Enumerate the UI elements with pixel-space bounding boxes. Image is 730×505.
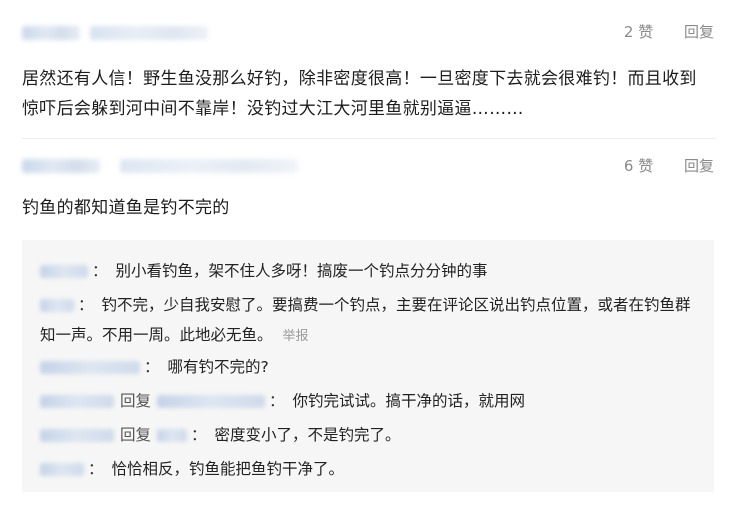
reply-text: 别小看钓鱼，架不住人多呀！搞废一个钓点分分钟的事 <box>115 262 488 280</box>
comment-meta: 2 赞 回复 <box>0 12 730 52</box>
reply-item: ：别小看钓鱼，架不住人多呀！搞废一个钓点分分钟的事 <box>40 256 700 286</box>
reply-word: 回复 <box>120 392 152 410</box>
reply-text: 密度变小了，不是钓完了。 <box>214 426 401 444</box>
reply-username[interactable] <box>40 429 114 442</box>
reply-target-username[interactable] <box>157 395 266 408</box>
reply-button[interactable]: 回复 <box>684 155 714 176</box>
comment-actions: 6 赞 回复 <box>624 155 714 176</box>
comment-thread: 2 赞 回复 居然还有人信！野生鱼没那么好钓，除非密度很高！一旦密度下去就会很难… <box>0 0 730 505</box>
avatar[interactable] <box>22 26 80 40</box>
comment-text: 居然还有人信！野生鱼没那么好钓，除非密度很高！一旦密度下去就会很难钓！而且收到惊… <box>22 69 697 119</box>
divider <box>22 138 716 139</box>
reply-item: 回复：密度变小了，不是钓完了。 <box>40 420 700 450</box>
reply-username[interactable] <box>40 299 74 312</box>
avatar[interactable] <box>22 159 100 173</box>
reply-item: ：钓不完，少自我安慰了。要搞费一个钓点，主要在评论区说出钓点位置，或者在钓鱼群知… <box>40 296 691 344</box>
like-button[interactable]: 2 赞 <box>624 21 653 42</box>
username[interactable] <box>120 159 298 173</box>
reply-username[interactable] <box>40 265 88 278</box>
report-link[interactable]: 举报 <box>283 329 309 344</box>
reply-username[interactable] <box>40 395 114 408</box>
like-button[interactable]: 6 赞 <box>624 155 653 176</box>
reply-list: ：别小看钓鱼，架不住人多呀！搞废一个钓点分分钟的事 ：钓不完，少自我安慰了。要搞… <box>22 240 714 492</box>
reply-item: ：哪有钓不完的? <box>40 352 700 382</box>
username[interactable] <box>90 26 208 40</box>
reply-text: 哪有钓不完的? <box>167 358 269 376</box>
reply-text: 钓不完，少自我安慰了。要搞费一个钓点，主要在评论区说出钓点位置，或者在钓鱼群知一… <box>40 296 691 344</box>
reply-target-username[interactable] <box>157 429 188 442</box>
comment-item: 2 赞 回复 <box>0 12 730 52</box>
comment-actions: 2 赞 回复 <box>624 21 714 42</box>
comment-meta: 6 赞 回复 <box>0 146 730 186</box>
reply-username[interactable] <box>40 361 140 374</box>
comment-text: 钓鱼的都知道鱼是钓不完的 <box>22 198 230 218</box>
reply-text: 你钓完试试。搞干净的话，就用网 <box>292 392 526 410</box>
reply-item: ：恰恰相反，钓鱼能把鱼钓干净了。 <box>40 454 700 484</box>
reply-button[interactable]: 回复 <box>684 21 714 42</box>
comment-item: 6 赞 回复 <box>0 146 730 186</box>
reply-item: 回复：你钓完试试。搞干净的话，就用网 <box>40 386 700 416</box>
reply-word: 回复 <box>120 426 152 444</box>
reply-text: 恰恰相反，钓鱼能把鱼钓干净了。 <box>111 460 345 478</box>
reply-username[interactable] <box>40 463 84 476</box>
